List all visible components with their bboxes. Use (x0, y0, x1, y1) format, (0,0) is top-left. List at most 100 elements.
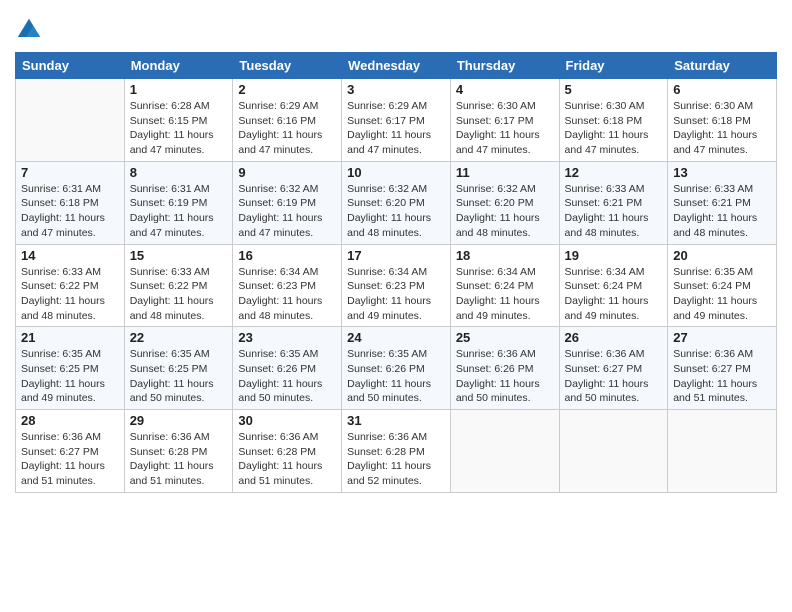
day-cell: 16 Sunrise: 6:34 AMSunset: 6:23 PMDayligh… (233, 244, 342, 327)
logo (15, 16, 47, 44)
day-number: 20 (673, 248, 771, 263)
day-cell: 18 Sunrise: 6:34 AMSunset: 6:24 PMDayligh… (450, 244, 559, 327)
day-info: Sunrise: 6:33 AMSunset: 6:21 PMDaylight:… (565, 182, 663, 241)
day-info: Sunrise: 6:33 AMSunset: 6:21 PMDaylight:… (673, 182, 771, 241)
header (15, 10, 777, 44)
day-number: 28 (21, 413, 119, 428)
day-number: 31 (347, 413, 445, 428)
day-cell: 24Sunrise: 6:35 AMSunset: 6:26 PMDayligh… (342, 327, 451, 410)
day-cell: 22 Sunrise: 6:35 AMSunset: 6:25 PMDayligh… (124, 327, 233, 410)
weekday-thursday: Thursday (450, 53, 559, 79)
day-info: Sunrise: 6:36 AMSunset: 6:27 PMDaylight:… (565, 347, 663, 406)
weekday-friday: Friday (559, 53, 668, 79)
page: SundayMondayTuesdayWednesdayThursdayFrid… (0, 0, 792, 612)
day-cell: 31 Sunrise: 6:36 AMSunset: 6:28 PMDayligh… (342, 410, 451, 493)
day-cell: 28Sunrise: 6:36 AMSunset: 6:27 PMDayligh… (16, 410, 125, 493)
day-cell: 12 Sunrise: 6:33 AMSunset: 6:21 PMDayligh… (559, 161, 668, 244)
day-number: 23 (238, 330, 336, 345)
day-number: 17 (347, 248, 445, 263)
day-info: Sunrise: 6:36 AMSunset: 6:28 PMDaylight:… (347, 430, 445, 489)
day-cell: 21 Sunrise: 6:35 AMSunset: 6:25 PMDayligh… (16, 327, 125, 410)
day-info: Sunrise: 6:32 AMSunset: 6:20 PMDaylight:… (456, 182, 554, 241)
day-number: 18 (456, 248, 554, 263)
day-cell (450, 410, 559, 493)
day-info: Sunrise: 6:33 AMSunset: 6:22 PMDaylight:… (130, 265, 228, 324)
day-number: 5 (565, 82, 663, 97)
weekday-header-row: SundayMondayTuesdayWednesdayThursdayFrid… (16, 53, 777, 79)
day-info: Sunrise: 6:36 AMSunset: 6:28 PMDaylight:… (130, 430, 228, 489)
day-number: 27 (673, 330, 771, 345)
day-cell: 10 Sunrise: 6:32 AMSunset: 6:20 PMDayligh… (342, 161, 451, 244)
day-cell: 15 Sunrise: 6:33 AMSunset: 6:22 PMDayligh… (124, 244, 233, 327)
day-info: Sunrise: 6:35 AMSunset: 6:26 PMDaylight:… (347, 347, 445, 406)
weekday-monday: Monday (124, 53, 233, 79)
day-number: 21 (21, 330, 119, 345)
day-info: Sunrise: 6:34 AMSunset: 6:23 PMDaylight:… (238, 265, 336, 324)
day-cell: 4 Sunrise: 6:30 AMSunset: 6:17 PMDaylight… (450, 79, 559, 162)
day-cell: 27 Sunrise: 6:36 AMSunset: 6:27 PMDayligh… (668, 327, 777, 410)
day-number: 19 (565, 248, 663, 263)
day-info: Sunrise: 6:34 AMSunset: 6:24 PMDaylight:… (565, 265, 663, 324)
day-info: Sunrise: 6:30 AMSunset: 6:17 PMDaylight:… (456, 99, 554, 158)
day-number: 1 (130, 82, 228, 97)
calendar-header: SundayMondayTuesdayWednesdayThursdayFrid… (16, 53, 777, 79)
day-info: Sunrise: 6:36 AMSunset: 6:26 PMDaylight:… (456, 347, 554, 406)
week-row-1: 1Sunrise: 6:28 AMSunset: 6:15 PMDaylight… (16, 79, 777, 162)
day-cell: 25 Sunrise: 6:36 AMSunset: 6:26 PMDayligh… (450, 327, 559, 410)
day-info: Sunrise: 6:32 AMSunset: 6:20 PMDaylight:… (347, 182, 445, 241)
day-number: 9 (238, 165, 336, 180)
week-row-5: 28Sunrise: 6:36 AMSunset: 6:27 PMDayligh… (16, 410, 777, 493)
day-number: 14 (21, 248, 119, 263)
day-cell: 1Sunrise: 6:28 AMSunset: 6:15 PMDaylight… (124, 79, 233, 162)
day-number: 11 (456, 165, 554, 180)
day-cell: 3Sunrise: 6:29 AMSunset: 6:17 PMDaylight… (342, 79, 451, 162)
weekday-saturday: Saturday (668, 53, 777, 79)
day-info: Sunrise: 6:30 AMSunset: 6:18 PMDaylight:… (565, 99, 663, 158)
day-cell: 7 Sunrise: 6:31 AMSunset: 6:18 PMDaylight… (16, 161, 125, 244)
week-row-4: 21 Sunrise: 6:35 AMSunset: 6:25 PMDayligh… (16, 327, 777, 410)
day-number: 16 (238, 248, 336, 263)
day-info: Sunrise: 6:35 AMSunset: 6:25 PMDaylight:… (21, 347, 119, 406)
day-number: 2 (238, 82, 336, 97)
day-cell: 9 Sunrise: 6:32 AMSunset: 6:19 PMDaylight… (233, 161, 342, 244)
day-number: 25 (456, 330, 554, 345)
day-info: Sunrise: 6:34 AMSunset: 6:24 PMDaylight:… (456, 265, 554, 324)
day-number: 29 (130, 413, 228, 428)
day-info: Sunrise: 6:32 AMSunset: 6:19 PMDaylight:… (238, 182, 336, 241)
day-number: 13 (673, 165, 771, 180)
day-cell (16, 79, 125, 162)
day-cell: 6 Sunrise: 6:30 AMSunset: 6:18 PMDaylight… (668, 79, 777, 162)
day-number: 7 (21, 165, 119, 180)
day-cell: 20Sunrise: 6:35 AMSunset: 6:24 PMDayligh… (668, 244, 777, 327)
day-number: 4 (456, 82, 554, 97)
day-number: 8 (130, 165, 228, 180)
day-cell: 2Sunrise: 6:29 AMSunset: 6:16 PMDaylight… (233, 79, 342, 162)
day-number: 12 (565, 165, 663, 180)
day-cell: 5 Sunrise: 6:30 AMSunset: 6:18 PMDaylight… (559, 79, 668, 162)
week-row-2: 7 Sunrise: 6:31 AMSunset: 6:18 PMDaylight… (16, 161, 777, 244)
day-cell: 14Sunrise: 6:33 AMSunset: 6:22 PMDayligh… (16, 244, 125, 327)
day-cell: 19 Sunrise: 6:34 AMSunset: 6:24 PMDayligh… (559, 244, 668, 327)
day-cell: 17 Sunrise: 6:34 AMSunset: 6:23 PMDayligh… (342, 244, 451, 327)
day-info: Sunrise: 6:29 AMSunset: 6:17 PMDaylight:… (347, 99, 445, 158)
day-cell: 23 Sunrise: 6:35 AMSunset: 6:26 PMDayligh… (233, 327, 342, 410)
day-number: 10 (347, 165, 445, 180)
day-cell (668, 410, 777, 493)
day-number: 15 (130, 248, 228, 263)
weekday-wednesday: Wednesday (342, 53, 451, 79)
day-info: Sunrise: 6:36 AMSunset: 6:27 PMDaylight:… (673, 347, 771, 406)
day-info: Sunrise: 6:30 AMSunset: 6:18 PMDaylight:… (673, 99, 771, 158)
day-cell (559, 410, 668, 493)
day-cell: 13 Sunrise: 6:33 AMSunset: 6:21 PMDayligh… (668, 161, 777, 244)
day-cell: 29 Sunrise: 6:36 AMSunset: 6:28 PMDayligh… (124, 410, 233, 493)
day-info: Sunrise: 6:35 AMSunset: 6:25 PMDaylight:… (130, 347, 228, 406)
day-info: Sunrise: 6:35 AMSunset: 6:26 PMDaylight:… (238, 347, 336, 406)
day-info: Sunrise: 6:31 AMSunset: 6:19 PMDaylight:… (130, 182, 228, 241)
day-info: Sunrise: 6:36 AMSunset: 6:28 PMDaylight:… (238, 430, 336, 489)
week-row-3: 14 Sunrise: 6:33 AMSunset: 6:22 PMDayligh… (16, 244, 777, 327)
day-info: Sunrise: 6:31 AMSunset: 6:18 PMDaylight:… (21, 182, 119, 241)
day-info: Sunrise: 6:34 AMSunset: 6:23 PMDaylight:… (347, 265, 445, 324)
day-number: 22 (130, 330, 228, 345)
day-cell: 30Sunrise: 6:36 AMSunset: 6:28 PMDayligh… (233, 410, 342, 493)
day-number: 6 (673, 82, 771, 97)
